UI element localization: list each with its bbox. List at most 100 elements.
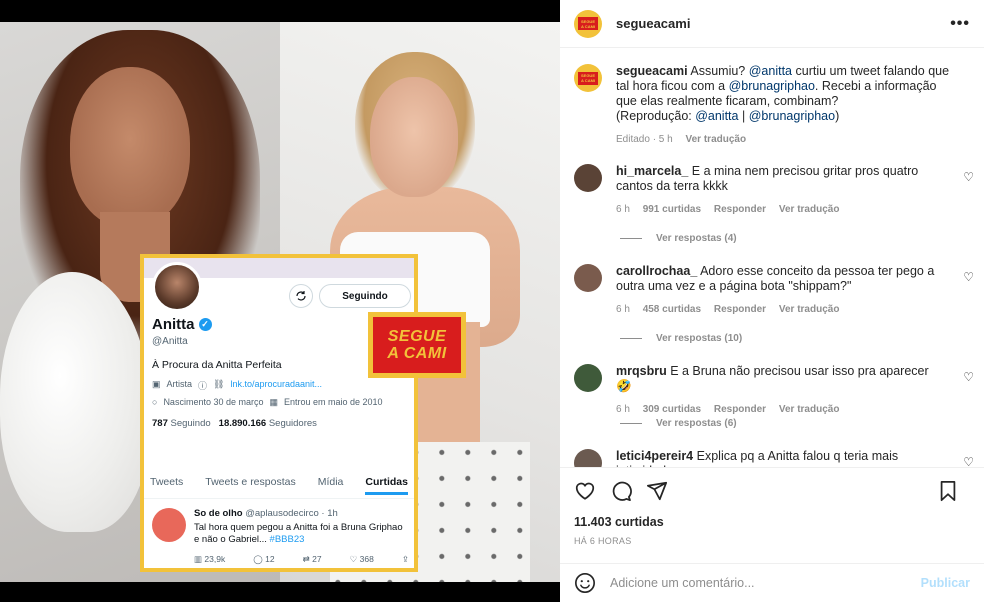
share-icon[interactable] [646,480,668,502]
caption-username[interactable]: segueacami [616,64,688,78]
post-sidebar: SEGUE A CAMI segueacami ••• SEGUE A CAMI s… [560,0,984,602]
twitter-stats: 787 Seguindo 18.890.166 Seguidores [152,418,317,429]
person-right-face [370,77,458,197]
tweet-retweets: ⇄ 27 [303,554,322,565]
like-heart-icon[interactable] [574,480,596,502]
comment-like-heart-icon[interactable]: ♡ [963,455,974,467]
twitter-handle: @Anitta [152,336,188,347]
logo-stamp-inner: SEGUE A CAMI [373,317,461,373]
account-username[interactable]: segueacami [616,16,690,31]
tweet-hashtag: #BBB23 [269,534,305,545]
post-media[interactable]: Seguindo Anitta ✓ @Anitta À Procura da A… [0,0,560,602]
comment-username[interactable]: mrqsbru [616,364,667,378]
caption-text: segueacami Assumiu? @anitta curtiu um tw… [616,64,956,124]
twitter-tabs: Tweets Tweets e respostas Mídia Curtidas [144,476,414,495]
analytics-icon: ▥ [194,554,203,564]
calendar-icon: ▦ [269,397,278,407]
twitter-avatar [152,262,202,312]
comment-avatar[interactable] [574,449,602,467]
publish-button[interactable]: Publicar [921,576,970,590]
replies-line [620,338,642,339]
following-button: Seguindo [319,284,411,308]
comment-like-heart-icon[interactable]: ♡ [963,270,974,284]
notification-icon [289,284,313,308]
tweet-likes: ♡ 368 [350,554,374,565]
comment-likes[interactable]: 458 curtidas [643,304,701,315]
verified-icon: ✓ [198,318,212,331]
mention-anitta[interactable]: @anitta [749,64,792,78]
tweet-header: So de olho @aplausodecirco · 1h [194,508,338,519]
comment-avatar[interactable] [574,164,602,192]
reply-icon: ◯ [253,554,263,564]
view-replies[interactable]: Ver respostas (6) [620,418,737,429]
comment-item: letici4pereir4 Explica pq a Anitta falou… [574,449,974,467]
twitter-name: Anitta ✓ [152,316,212,333]
comment-like-heart-icon[interactable]: ♡ [963,370,974,384]
share-icon: ⇪ [401,554,409,564]
tweet-views-count: 23,9k [204,554,226,564]
mention-anitta-2[interactable]: @anitta [695,109,738,123]
tweet-handle-time: @aplausodecirco · 1h [245,508,338,519]
post-time: HÁ 6 HORAS [574,536,632,546]
comments-list[interactable]: SEGUE A CAMI segueacami Assumiu? @anitta … [560,48,984,467]
view-replies-label: Ver respostas (10) [656,333,743,344]
post-actions: 11.403 curtidas HÁ 6 HORAS [560,467,984,563]
twitter-bio: À Procura da Anitta Perfeita [152,359,282,371]
comment-likes[interactable]: 991 curtidas [643,204,701,215]
comment-reply-button[interactable]: Responder [714,304,766,315]
comment-translate-link[interactable]: Ver tradução [779,304,840,315]
heart-icon: ♡ [349,554,358,564]
comment-username[interactable]: letici4pereir4 [616,449,693,463]
likes-count[interactable]: 11.403 curtidas [574,515,664,529]
comment-likes[interactable]: 309 curtidas [643,404,701,415]
avatar-logo: SEGUE A CAMI [578,17,598,30]
comment-translate-link[interactable]: Ver tradução [779,204,840,215]
comment-avatar[interactable] [574,264,602,292]
mention-brunagriphao-2[interactable]: @brunagriphao [749,109,835,123]
mention-brunagriphao[interactable]: @brunagriphao [729,79,815,93]
caption-body: segueacami Assumiu? @anitta curtiu um tw… [616,64,956,147]
emoji-icon[interactable] [574,572,596,594]
comment-username[interactable]: hi_marcela_ [616,164,688,178]
comment-reply-button[interactable]: Responder [714,404,766,415]
balloon-icon: ○ [152,397,158,407]
comment-reply-button[interactable]: Responder [714,204,766,215]
tweet-replies-count: 12 [265,554,275,564]
comment-translate-link[interactable]: Ver tradução [779,404,840,415]
post-caption: SEGUE A CAMI segueacami Assumiu? @anitta … [574,64,974,147]
comment-icon[interactable] [610,480,632,502]
caption-edited: Editado · 5 h [616,134,673,145]
segue-a-cami-logo: SEGUE A CAMI [368,312,466,378]
caption-translate-link[interactable]: Ver tradução [686,134,747,145]
view-replies[interactable]: Ver respostas (4) [620,233,737,244]
twitter-birth: Nascimento 30 de março [163,397,264,407]
comment-body: mrqsbru E a Bruna não precisou usar isso… [616,364,941,417]
comment-avatar[interactable] [574,364,602,392]
info-icon: ⓘ [198,381,208,391]
tweet-replies: ◯ 12 [253,554,274,565]
replies-line [620,238,642,239]
tweet-actions: ▥ 23,9k ◯ 12 ⇄ 27 ♡ 368 ⇪ [194,554,409,565]
replies-line [620,423,642,424]
comment-like-heart-icon[interactable]: ♡ [963,170,974,184]
bookmark-icon[interactable] [938,480,958,502]
logo-text-line-1: SEGUE [387,328,447,345]
comment-username[interactable]: carollrochaa_ [616,264,697,278]
action-icons [574,480,972,502]
view-replies-label: Ver respostas (6) [656,418,737,429]
caption-text-5: | [738,109,749,123]
more-options-icon[interactable]: ••• [950,15,970,33]
comment-time: 6 h [616,304,630,315]
link-icon: ⛓ [213,379,225,389]
comment-input[interactable] [610,576,921,590]
comment-body: letici4pereir4 Explica pq a Anitta falou… [616,449,941,467]
twitter-link: lnk.to/aprocuradaanit... [230,379,323,389]
twitter-meta-row-2: ○ Nascimento 30 de março ▦ Entrou em mai… [152,397,383,408]
account-avatar[interactable]: SEGUE A CAMI [574,9,602,38]
caption-meta: Editado · 5 h Ver tradução [616,132,956,147]
twitter-profile-card: Seguindo Anitta ✓ @Anitta À Procura da A… [140,254,418,572]
view-replies[interactable]: Ver respostas (10) [620,333,742,344]
tabs-divider [144,498,414,499]
caption-avatar[interactable]: SEGUE A CAMI [574,64,602,92]
person-left-face [70,67,190,227]
